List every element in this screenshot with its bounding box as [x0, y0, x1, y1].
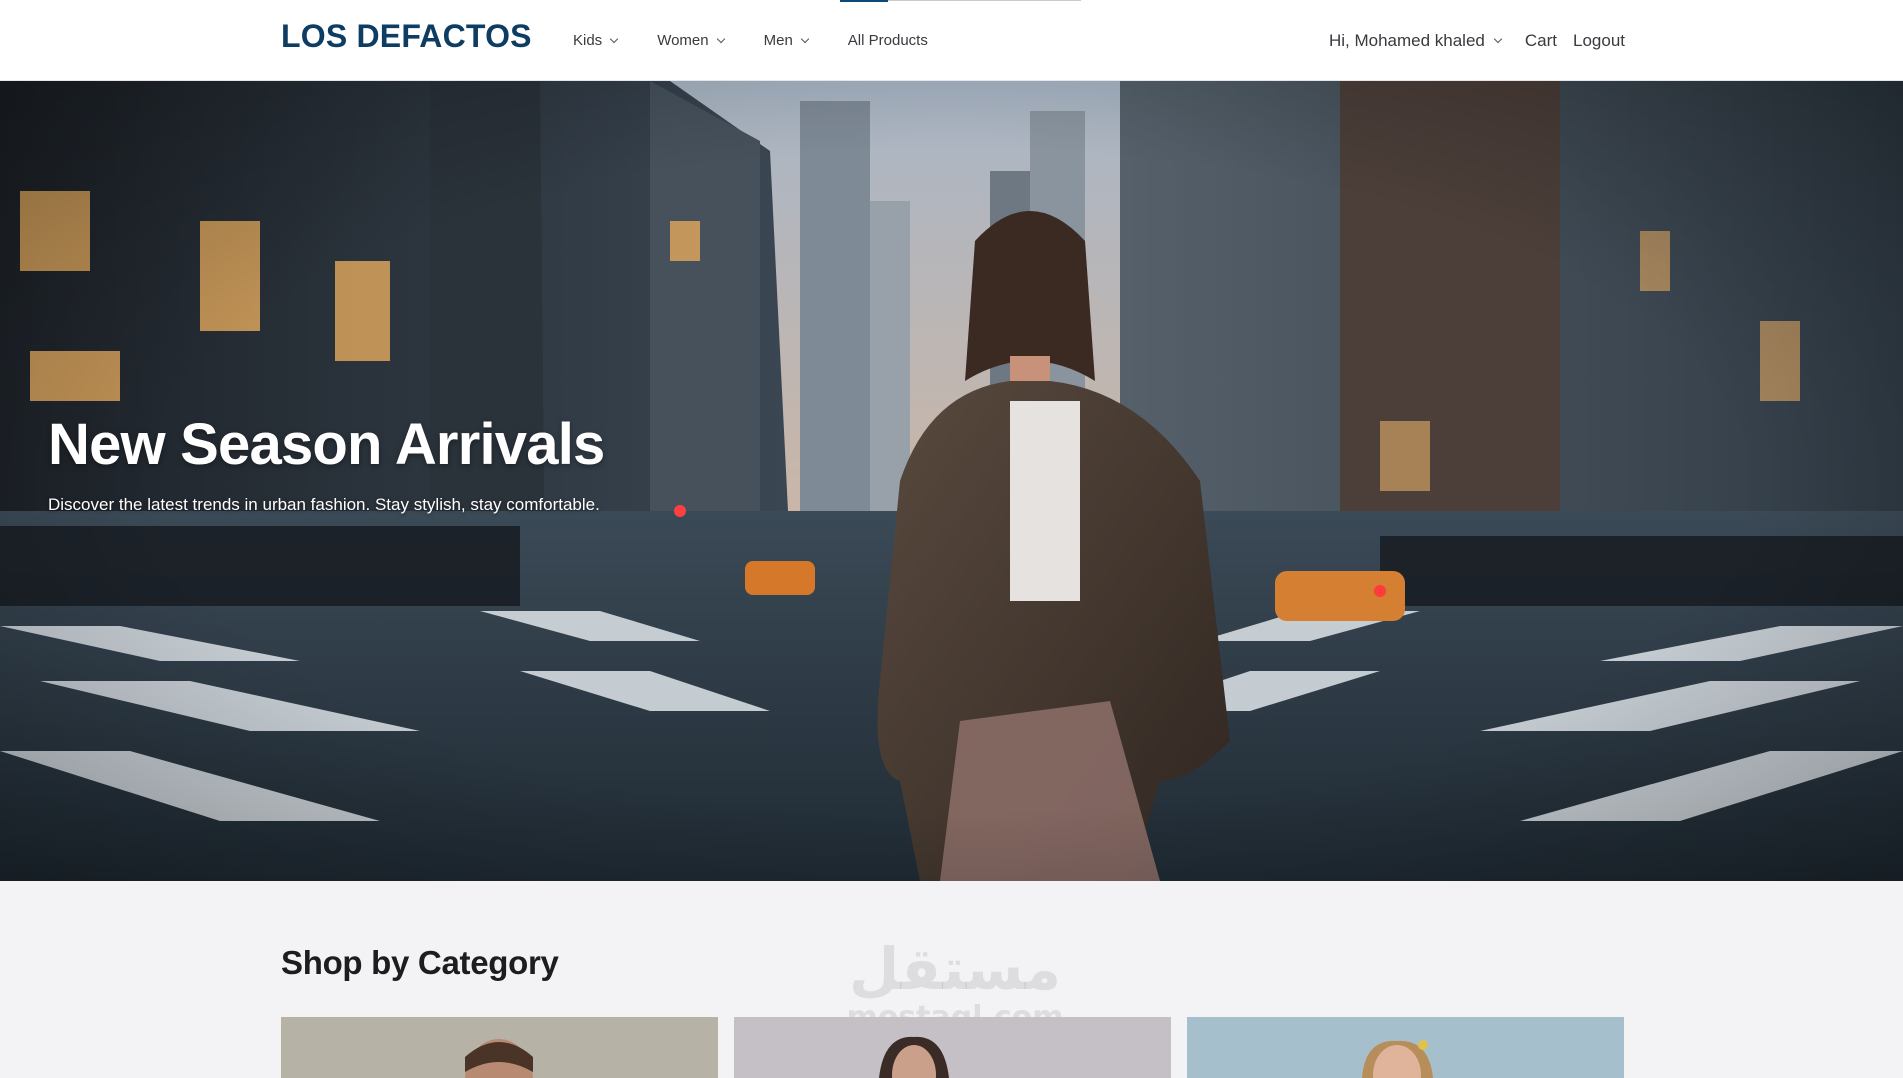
- category-card-women[interactable]: [734, 1017, 1171, 1078]
- category-section-title: Shop by Category: [281, 944, 559, 981]
- nav-item-men[interactable]: Men: [763, 32, 810, 49]
- user-greeting-dropdown[interactable]: Hi, Mohamed khaled: [1328, 30, 1503, 51]
- category-image-men: [281, 1017, 718, 1078]
- hero-subtitle: Discover the latest trends in urban fash…: [48, 495, 600, 514]
- nav-item-label: Kids: [573, 32, 603, 49]
- category-image-women: [734, 1017, 1171, 1078]
- site-header: LOS DEFACTOS Kids Women Men All Products…: [0, 0, 1903, 81]
- watermark-arabic: مستقل: [848, 935, 1062, 1003]
- category-grid: [281, 1017, 1625, 1078]
- category-card-men[interactable]: [281, 1017, 718, 1078]
- nav-item-women[interactable]: Women: [657, 32, 725, 49]
- chevron-down-icon: [800, 34, 810, 43]
- main-nav: Kids Women Men All Products: [573, 0, 968, 81]
- category-card-kids[interactable]: [1187, 1017, 1624, 1078]
- hero-banner: New Season Arrivals Discover the latest …: [0, 81, 1903, 881]
- chevron-down-icon: [716, 34, 725, 43]
- hero-image: [0, 81, 1903, 881]
- nav-item-label: Women: [657, 32, 709, 49]
- chevron-down-icon: [1493, 34, 1503, 43]
- nav-item-kids[interactable]: Kids: [573, 32, 619, 49]
- category-image-kids: [1187, 1017, 1624, 1078]
- chevron-down-icon: [609, 34, 619, 43]
- cart-link[interactable]: Cart: [1525, 31, 1557, 51]
- nav-item-label: Men: [763, 32, 793, 49]
- nav-item-all-products[interactable]: All Products: [848, 32, 928, 49]
- user-greeting: Hi, Mohamed khaled: [1328, 30, 1485, 50]
- user-menu: Hi, Mohamed khaled Cart Logout: [1329, 0, 1625, 81]
- site-logo[interactable]: LOS DEFACTOS: [281, 18, 532, 55]
- hero-title: New Season Arrivals: [48, 412, 605, 477]
- logout-link[interactable]: Logout: [1573, 31, 1625, 51]
- nav-item-label: All Products: [847, 32, 928, 49]
